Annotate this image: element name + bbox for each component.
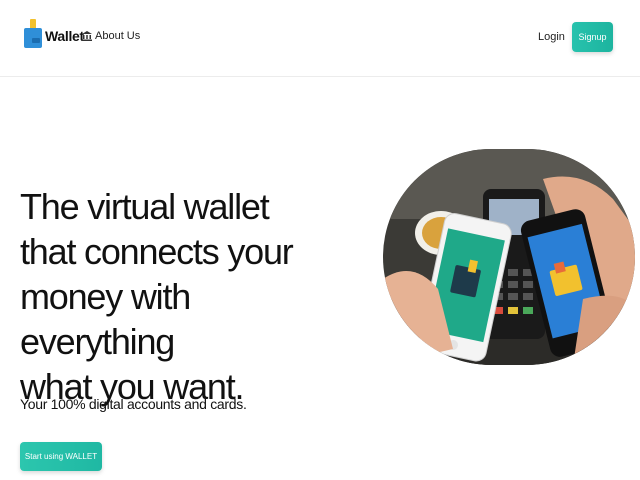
signup-button[interactable]: Signup — [572, 22, 613, 52]
hero-image — [383, 149, 635, 365]
bank-icon — [82, 31, 92, 41]
top-navbar: Wallet About Us Login Signup — [0, 0, 640, 77]
brand-name[interactable]: Wallet — [45, 28, 84, 44]
hero-headline: The virtual wallet that connects your mo… — [20, 186, 294, 407]
about-us-label: About Us — [95, 30, 141, 42]
hero-subtitle: Your 100% digital accounts and cards. — [20, 396, 247, 412]
login-link[interactable]: Login — [538, 31, 565, 43]
about-us-link[interactable]: About Us — [82, 30, 140, 42]
wallet-card-icon[interactable] — [22, 18, 44, 50]
start-using-wallet-button[interactable]: Start using WALLET — [20, 442, 102, 471]
